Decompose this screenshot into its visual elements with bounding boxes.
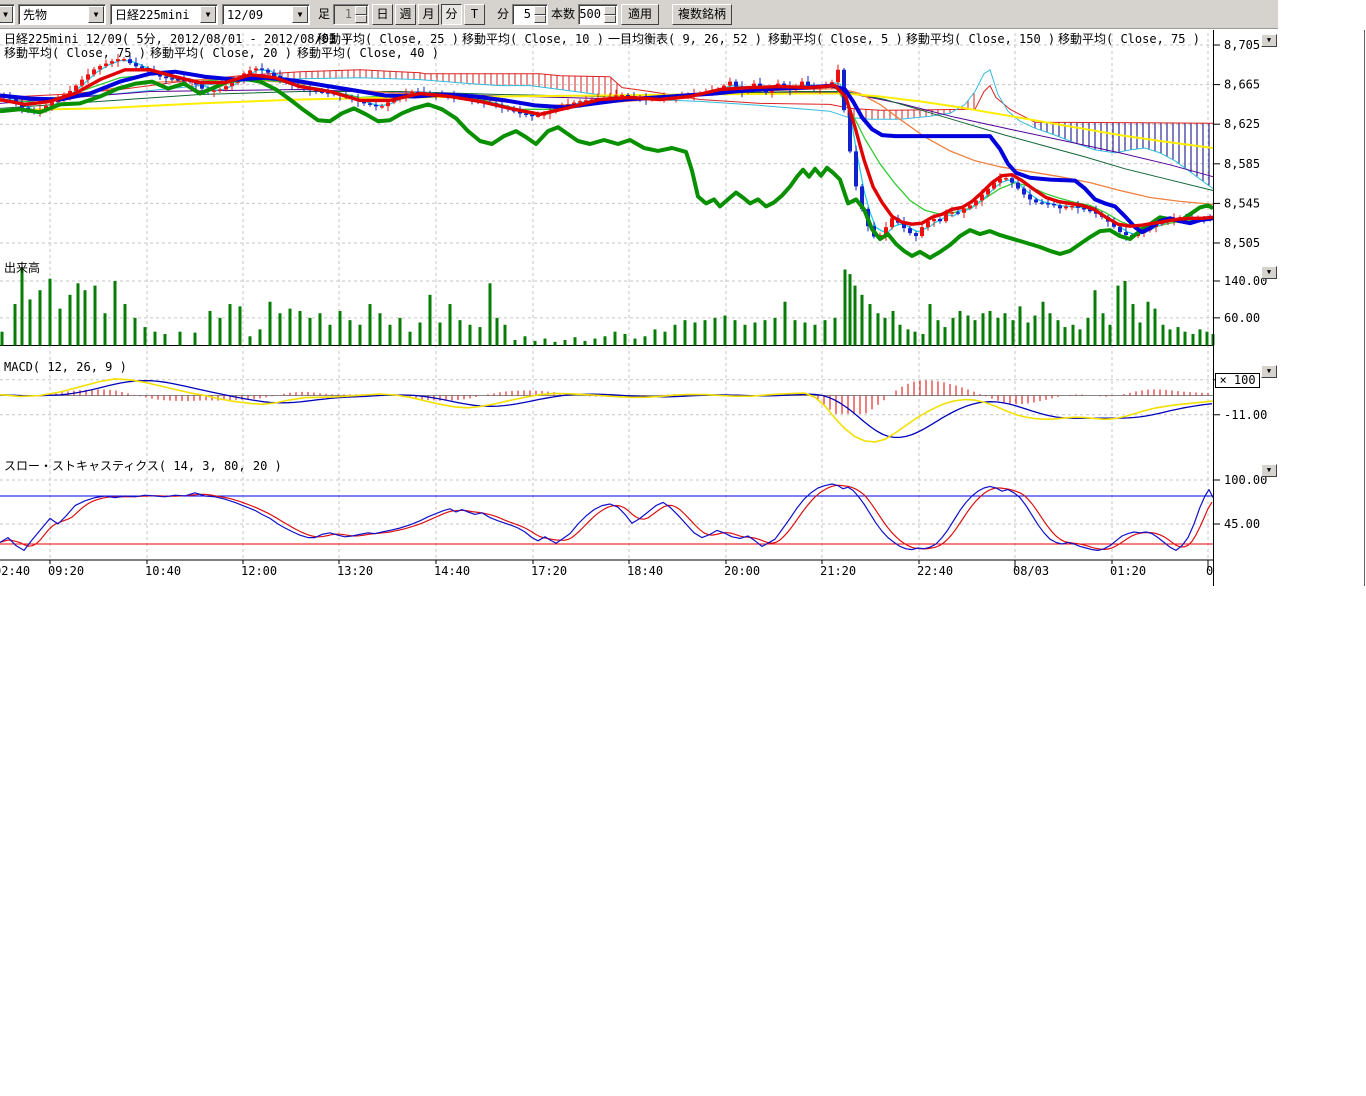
chart-area[interactable]: 8,7058,6658,6258,5858,5458,505140.0060.0…	[0, 30, 1366, 630]
symbol-combobox[interactable]: 日経225mini ▼	[110, 4, 218, 25]
axes-frame	[0, 30, 1365, 586]
count-label: 本数	[551, 4, 575, 25]
svg-text:45.00: 45.00	[1224, 517, 1260, 531]
macd-panel-collapse-button[interactable]: ▼	[1261, 365, 1277, 378]
indicator-legend: 一目均衡表( 9, 26, 52 )	[608, 33, 762, 46]
x-axis-label: 21:20	[820, 565, 856, 578]
indicator-legend: 移動平均( Close, 25 )	[317, 33, 459, 46]
dropdown-arrow-icon[interactable]: ▼	[88, 6, 104, 23]
x-axis-label: 0	[1206, 565, 1213, 578]
period-minute-button[interactable]: 分	[441, 4, 462, 25]
indicator-legend: 移動平均( Close, 20 )	[150, 47, 292, 60]
x-axis-label: 10:40	[145, 565, 181, 578]
axis-labels: 8,7058,6658,6258,5858,5458,505140.0060.0…	[1213, 38, 1267, 531]
x-axis-label: 17:20	[531, 565, 567, 578]
svg-text:-11.00: -11.00	[1224, 408, 1267, 422]
x-axis-label: 12:00	[241, 565, 277, 578]
bar-type-label: 足	[318, 4, 330, 25]
stepper-arrows-icon[interactable]	[604, 6, 616, 23]
period-tick-button[interactable]: T	[464, 4, 485, 25]
dropdown-arrow-icon[interactable]: ▼	[200, 6, 216, 23]
category-value: 先物	[19, 6, 87, 23]
chart-canvas: 8,7058,6658,6258,5858,5458,505140.0060.0…	[0, 30, 1366, 630]
indicator-legend: 移動平均( Close, 150 )	[906, 33, 1055, 46]
x-axis-label: 02:40	[0, 565, 30, 578]
symbol-value: 日経225mini	[111, 6, 199, 23]
svg-text:8,505: 8,505	[1224, 236, 1260, 250]
volume-bars	[0, 267, 1215, 345]
indicator-legend: 移動平均( Close, 40 )	[297, 47, 439, 60]
stoch-panel-title: スロー・ストキャスティクス( 14, 3, 80, 20 )	[4, 460, 282, 473]
category-combobox[interactable]: 先物 ▼	[18, 4, 106, 25]
minute-value: 5	[513, 5, 533, 24]
indicator-legend: 移動平均( Close, 75 )	[4, 47, 146, 60]
toolbar: ▼ 先物 ▼ 日経225mini ▼ 12/09 ▼ 足 1 日 週 月 分 T…	[0, 0, 1278, 29]
indicator-legend: 日経225mini 12/09( 5分, 2012/08/01 - 2012/0…	[4, 33, 351, 46]
indicator-legend: 移動平均( Close, 5 )	[768, 33, 903, 46]
x-axis-label: 08/03	[1013, 565, 1049, 578]
volume-panel-title: 出来高	[4, 262, 40, 275]
svg-text:8,665: 8,665	[1224, 78, 1260, 92]
contract-combobox[interactable]: 12/09 ▼	[222, 4, 310, 25]
dropdown-arrow-icon[interactable]: ▼	[292, 6, 308, 23]
contract-value: 12/09	[223, 8, 291, 22]
x-axis-label: 18:40	[627, 565, 663, 578]
svg-text:8,625: 8,625	[1224, 117, 1260, 131]
moving-averages-thin	[0, 61, 1213, 235]
minute-label: 分	[497, 4, 509, 25]
macd-panel-title: MACD( 12, 26, 9 )	[4, 361, 127, 374]
dropdown-arrow-icon[interactable]: ▼	[0, 6, 13, 23]
svg-text:8,705: 8,705	[1224, 38, 1260, 52]
period-day-button[interactable]: 日	[372, 4, 393, 25]
multi-symbol-button[interactable]: 複数銘柄	[672, 4, 732, 25]
chart-application: ▼ 先物 ▼ 日経225mini ▼ 12/09 ▼ 足 1 日 週 月 分 T…	[0, 0, 1366, 1096]
gridlines	[0, 33, 1213, 560]
main-panel-collapse-button[interactable]: ▼	[1261, 34, 1277, 47]
stepper-arrows-icon[interactable]	[355, 6, 367, 23]
x-axis-label: 14:40	[434, 565, 470, 578]
svg-text:8,585: 8,585	[1224, 157, 1260, 171]
apply-button[interactable]: 適用	[621, 4, 659, 25]
x-axis-label: 20:00	[724, 565, 760, 578]
x-axis-label: 13:20	[337, 565, 373, 578]
stoch-panel-collapse-button[interactable]: ▼	[1261, 464, 1277, 477]
svg-text:8,545: 8,545	[1224, 196, 1260, 210]
bar-interval-stepper[interactable]: 1	[333, 4, 369, 25]
bar-interval-value: 1	[334, 5, 354, 24]
count-stepper[interactable]: 500	[578, 4, 618, 25]
stepper-arrows-icon[interactable]	[534, 6, 546, 23]
volume-multiplier-badge: × 100	[1215, 373, 1260, 388]
volume-panel-collapse-button[interactable]: ▼	[1261, 266, 1277, 279]
period-week-button[interactable]: 週	[395, 4, 416, 25]
svg-text:60.00: 60.00	[1224, 311, 1260, 325]
x-axis-label: 22:40	[917, 565, 953, 578]
count-value: 500	[579, 5, 603, 24]
macd-panel	[0, 379, 1213, 442]
period-month-button[interactable]: 月	[418, 4, 439, 25]
minute-stepper[interactable]: 5	[512, 4, 548, 25]
x-axis-label: 01:20	[1110, 565, 1146, 578]
indicator-legend: 移動平均( Close, 10 )	[462, 33, 604, 46]
clipped-combobox[interactable]: ▼	[0, 4, 15, 25]
indicator-legend: 移動平均( Close, 75 )	[1058, 33, 1200, 46]
stochastics-panel	[0, 484, 1213, 550]
ichimoku-cloud	[0, 70, 1213, 189]
x-axis-label: 09:20	[48, 565, 84, 578]
